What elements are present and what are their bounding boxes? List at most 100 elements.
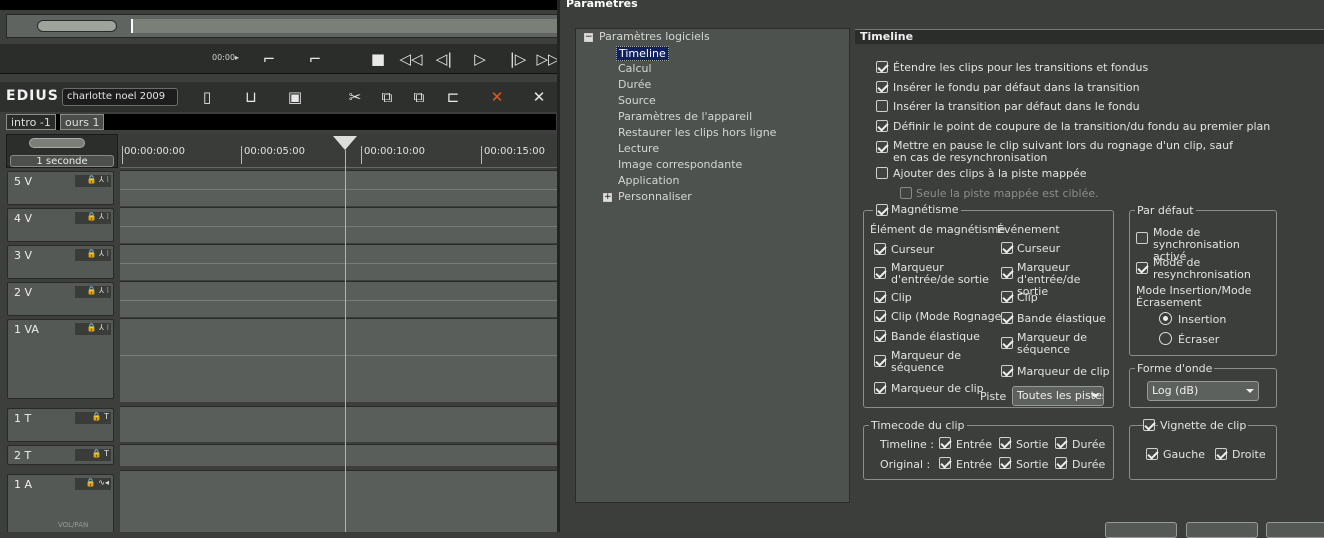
event-clip-checkbox[interactable] [1001, 291, 1013, 303]
event-cursor-checkbox[interactable] [1001, 242, 1013, 254]
track-select[interactable]: Toutes les pistes [1012, 386, 1104, 406]
track-lane[interactable] [120, 170, 557, 206]
track-lane[interactable] [120, 318, 557, 402]
tab-ours[interactable]: ours 1 [60, 114, 105, 130]
tree-root[interactable]: Paramètres logiciels [599, 30, 710, 43]
tree-item-match-frame[interactable]: Image correspondante [618, 158, 742, 171]
track-audio-icon[interactable]: 🔒 ∿◂ [75, 478, 111, 490]
player-scrub-bar[interactable] [6, 14, 557, 38]
track-lane[interactable] [120, 470, 557, 532]
original-in-checkbox[interactable] [939, 457, 951, 469]
rewind-icon[interactable]: ◁◁ [398, 48, 424, 70]
track-lock-icon[interactable]: 🔒 T [75, 449, 111, 461]
ok-button[interactable] [1105, 522, 1177, 538]
option-cut-point-checkbox[interactable] [876, 120, 888, 132]
tree-item-lecture[interactable]: Lecture [618, 142, 659, 155]
thumbnail-checkbox[interactable] [1143, 419, 1155, 431]
track-lane[interactable] [120, 207, 557, 243]
apply-button[interactable] [1266, 522, 1324, 538]
step-forward-icon[interactable]: |▷ [506, 48, 530, 70]
cancel-button[interactable] [1186, 522, 1258, 538]
tree-item-restore[interactable]: Restaurer les clips hors ligne [618, 126, 776, 139]
track-header-1va[interactable]: 1 VA 🔒 ⅄ ⁝ [7, 319, 114, 399]
event-rubber-band-checkbox[interactable] [1001, 312, 1013, 324]
magnetism-checkbox[interactable] [876, 204, 888, 216]
tree-item-calcul[interactable]: Calcul [618, 62, 652, 75]
tree-item-duree[interactable]: Durée [618, 78, 651, 91]
track-lock-icon[interactable]: 🔒 ⅄ ⁝ [75, 323, 111, 335]
insert-radio[interactable] [1159, 312, 1172, 325]
save-icon[interactable]: ▣ [284, 87, 306, 107]
track-lock-icon[interactable]: 🔒 ⅄ ⁝ [75, 212, 111, 224]
track-lock-icon[interactable]: 🔒 ⅄ ⁝ [75, 249, 111, 261]
waveform-select[interactable]: Log (dB) [1147, 381, 1259, 401]
sync-mode-checkbox[interactable] [1136, 232, 1148, 244]
track-header-1t[interactable]: 1 T 🔒 T [7, 408, 114, 442]
snap-clip-marker-checkbox[interactable] [874, 382, 886, 394]
track-header-1a[interactable]: 1 A 🔒 ∿◂ VOL/PAN [7, 474, 114, 532]
thumbnail-right-checkbox[interactable] [1215, 448, 1227, 460]
play-icon[interactable]: ▷ [470, 48, 490, 70]
timeline-in-checkbox[interactable] [939, 437, 951, 449]
snap-rubber-band-checkbox[interactable] [874, 330, 886, 342]
import-icon[interactable]: ⊔ [240, 87, 262, 107]
tree-item-customize[interactable]: Personnaliser [618, 190, 692, 203]
resync-mode-checkbox[interactable] [1136, 262, 1148, 274]
event-seq-marker-checkbox[interactable] [1001, 337, 1013, 349]
track-lock-icon[interactable]: 🔒 ⅄ ⁝ [75, 286, 111, 298]
original-out-checkbox[interactable] [999, 457, 1011, 469]
cut-icon[interactable]: ✂ [344, 87, 366, 107]
tree-item-timeline[interactable]: Timeline [616, 46, 669, 61]
track-header-3v[interactable]: 3 V 🔒 ⅄ ⁝ [7, 245, 114, 279]
shuttle-knob[interactable] [37, 20, 117, 32]
fast-forward-icon[interactable]: ▷▷ [536, 48, 557, 70]
position-track[interactable] [131, 19, 557, 33]
option-insert-transition-checkbox[interactable] [876, 100, 888, 112]
event-clip-marker-checkbox[interactable] [1001, 365, 1013, 377]
collapse-icon[interactable]: − [584, 33, 593, 42]
original-duration-checkbox[interactable] [1055, 457, 1067, 469]
paste-icon[interactable]: ⧉ [408, 87, 430, 107]
stop-icon[interactable]: ■ [368, 48, 388, 70]
overwrite-radio[interactable] [1159, 332, 1172, 345]
timeline-duration-checkbox[interactable] [1055, 437, 1067, 449]
timeline-out-checkbox[interactable] [999, 437, 1011, 449]
snap-inout-checkbox[interactable] [874, 267, 886, 279]
event-inout-checkbox[interactable] [1001, 267, 1013, 279]
option-pause-clip-checkbox[interactable] [876, 141, 888, 153]
zoom-select[interactable]: 1 seconde [10, 155, 114, 167]
copy-icon[interactable]: ⧉ [376, 87, 398, 107]
thumbnail-left-checkbox[interactable] [1146, 448, 1158, 460]
track-lock-icon[interactable]: 🔒 T [75, 412, 111, 424]
option-mapped-only-checkbox[interactable] [900, 187, 912, 199]
vol-pan-label[interactable]: VOL/PAN [58, 521, 88, 529]
tree-item-device[interactable]: Paramètres de l'appareil [618, 110, 752, 123]
zoom-slider[interactable] [29, 138, 85, 148]
track-header-2t[interactable]: 2 T 🔒 T [7, 445, 114, 465]
tab-intro[interactable]: intro -1 [6, 114, 56, 130]
replace-icon[interactable]: ⊏ [442, 87, 464, 107]
set-in-icon[interactable]: ⌐ [262, 48, 276, 70]
track-header-2v[interactable]: 2 V 🔒 ⅄ ⁝ [7, 282, 114, 316]
tree-item-source[interactable]: Source [618, 94, 656, 107]
option-mapped-track-checkbox[interactable] [876, 167, 888, 179]
project-name-field[interactable]: charlotte noel 2009 [62, 88, 178, 106]
new-sequence-icon[interactable]: ▯ [196, 87, 218, 107]
track-header-4v[interactable]: 4 V 🔒 ⅄ ⁝ [7, 208, 114, 242]
step-back-icon[interactable]: ◁| [432, 48, 456, 70]
track-lane[interactable] [120, 406, 557, 442]
set-out-icon[interactable]: ⌐ [308, 48, 322, 70]
track-lane[interactable] [120, 281, 557, 317]
snap-seq-marker-checkbox[interactable] [874, 355, 886, 367]
playhead-marker[interactable] [333, 136, 357, 150]
track-lock-icon[interactable]: 🔒 ⅄ ⁝ [75, 175, 111, 187]
track-lane[interactable] [120, 244, 557, 280]
track-lane[interactable] [120, 444, 557, 466]
option-insert-fade-checkbox[interactable] [876, 81, 888, 93]
ripple-delete-icon[interactable]: ✕ [528, 87, 550, 107]
tree-item-application[interactable]: Application [618, 174, 679, 187]
option-extend-clips-checkbox[interactable] [876, 61, 888, 73]
snap-cursor-checkbox[interactable] [874, 243, 886, 255]
delete-icon[interactable]: ✕ [486, 87, 508, 107]
snap-clip-trim-checkbox[interactable] [874, 310, 886, 322]
